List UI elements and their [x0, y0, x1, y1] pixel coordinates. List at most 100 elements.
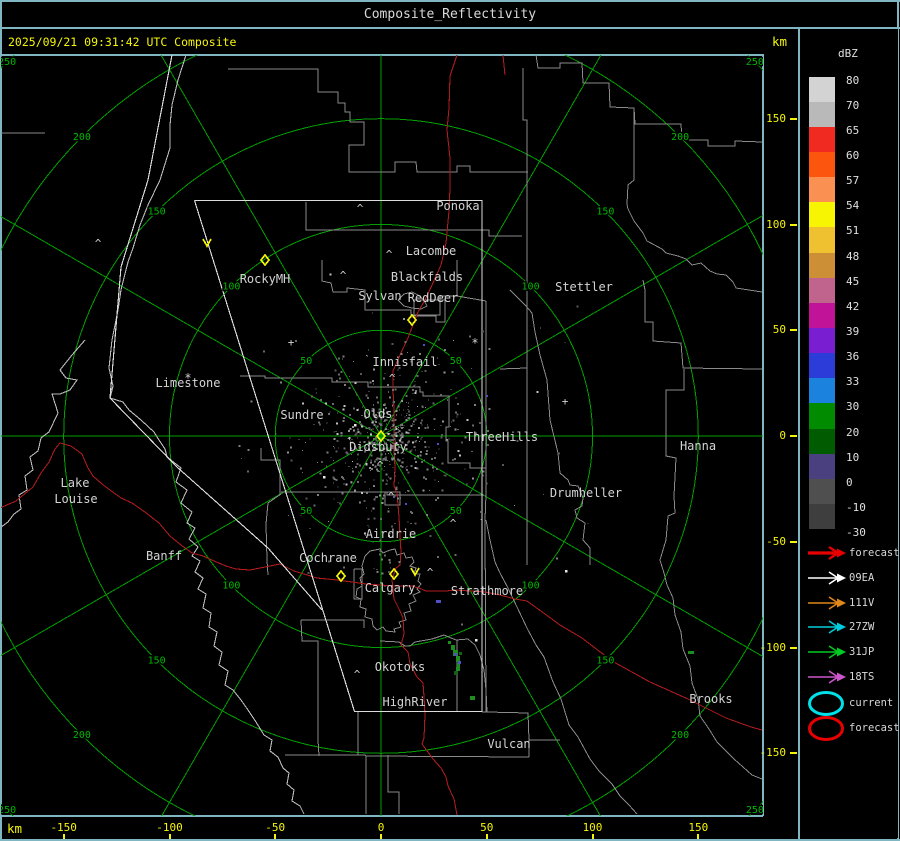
place-label-threehills: ThreeHills: [466, 430, 538, 444]
svg-text:150: 150: [148, 207, 166, 218]
place-label-lacombe: Lacombe: [406, 244, 457, 258]
place-label-rockymh: RockyMH: [240, 272, 291, 286]
place-label-highriver: HighRiver: [382, 695, 447, 709]
place-label-cochrane: Cochrane: [299, 551, 357, 565]
legend-label: forecast: [849, 722, 900, 734]
colorbar-swatch: [809, 303, 835, 328]
place-label-innisfail: Innisfail: [372, 355, 437, 369]
legend-arrow-icon: [806, 594, 848, 612]
colorbar-swatch: [809, 202, 835, 227]
radar-map-canvas[interactable]: 5050505010010010010015015015015020020020…: [0, 0, 900, 841]
colorbar-swatch: [809, 429, 835, 454]
colorbar-swatch: [809, 253, 835, 278]
colorbar-label: 45: [846, 275, 859, 288]
legend-label: current: [849, 697, 893, 709]
colorbar-label: 57: [846, 174, 859, 187]
svg-text:^: ^: [377, 459, 384, 472]
colorbar-label: 70: [846, 99, 859, 112]
svg-text:^: ^: [340, 269, 347, 282]
colorbar-label: 60: [846, 149, 859, 162]
place-label-didsbury: Didsbury: [349, 440, 407, 454]
colorbar-label: 10: [846, 451, 859, 464]
colorbar-swatch: [809, 353, 835, 378]
colorbar-swatch: [809, 378, 835, 403]
place-labels: PonokaLacombeBlackfaldsSylvanRedDeerInni…: [54, 199, 732, 751]
svg-text:50: 50: [450, 356, 462, 367]
colorbar-swatch: [809, 278, 835, 303]
svg-text:100: 100: [222, 281, 240, 292]
legend-label: 31JP: [849, 646, 874, 658]
place-label-lake: Lake: [61, 476, 90, 490]
colorbar-swatch: [809, 102, 835, 127]
colorbar-swatch: [809, 454, 835, 479]
legend-item-27ZW: 27ZW: [800, 616, 898, 641]
svg-text:^: ^: [357, 202, 364, 215]
place-label-banff: Banff: [146, 549, 182, 563]
colorbar-swatch: [809, 504, 835, 529]
legend-arrow-icon: [806, 618, 848, 636]
colorbar-label: 0: [846, 476, 853, 489]
svg-text:50: 50: [300, 356, 312, 367]
colorbar-swatch: [809, 227, 835, 252]
place-label-reddeer: RedDeer: [408, 291, 459, 305]
svg-text:^: ^: [450, 517, 457, 530]
svg-text:+: +: [562, 395, 569, 408]
place-label-hanna: Hanna: [680, 439, 716, 453]
legend-item-09EA: 09EA: [800, 567, 898, 592]
legend-label: forecast: [849, 547, 900, 559]
colorbar-label: 20: [846, 426, 859, 439]
legend-item-111V: 111V: [800, 592, 898, 617]
colorbar-label: -30: [846, 526, 866, 539]
provincial-border: [0, 55, 304, 814]
svg-text:150: 150: [148, 655, 166, 666]
legend-label: 111V: [849, 597, 874, 609]
colorbar-swatch: [809, 152, 835, 177]
legend-label: 09EA: [849, 572, 874, 584]
svg-text:*: *: [471, 336, 478, 350]
place-label-drumheller: Drumheller: [550, 486, 622, 500]
svg-text:200: 200: [671, 132, 689, 143]
legend-arrow-icon: [806, 544, 848, 562]
legend-item-forecast: forecast: [800, 716, 898, 741]
colorbar-label: 33: [846, 375, 859, 388]
legend-item-current: current: [800, 691, 898, 716]
legend-item-18TS: 18TS: [800, 666, 898, 691]
colorbar-label: 39: [846, 325, 859, 338]
place-label-sundre: Sundre: [280, 408, 323, 422]
radar-app-window: Composite_Reflectivity 2025/09/21 09:31:…: [0, 0, 900, 841]
svg-text:250: 250: [0, 805, 16, 816]
place-label-okotoks: Okotoks: [375, 660, 426, 674]
place-label-airdrie: Airdrie: [366, 527, 417, 541]
colorbar-label: 65: [846, 124, 859, 137]
legend-arrow-icon: [806, 569, 848, 587]
legend-label: 27ZW: [849, 621, 874, 633]
colorbar-swatch: [809, 403, 835, 428]
place-label-louise: Louise: [54, 492, 97, 506]
svg-text:^: ^: [386, 248, 393, 261]
legend-ellipse-icon: [806, 716, 848, 741]
colorbar-swatch: [809, 177, 835, 202]
place-label-blackfalds: Blackfalds: [391, 270, 463, 284]
colorbar-label: -10: [846, 501, 866, 514]
colorbar-label: 36: [846, 350, 859, 363]
colorbar-label: 48: [846, 250, 859, 263]
svg-text:50: 50: [450, 506, 462, 517]
echo-cells: [393, 344, 694, 700]
svg-text:200: 200: [73, 132, 91, 143]
colorbar-unit-label: dBZ: [838, 47, 858, 60]
sidebar: dBZ 807065605754514845423936333020100-10…: [800, 29, 898, 838]
colorbar-label: 54: [846, 199, 859, 212]
legend-ellipse-icon: [806, 691, 848, 716]
svg-text:+: +: [288, 336, 295, 349]
legend-arrow-icon: [806, 668, 848, 686]
place-label-ponoka: Ponoka: [436, 199, 479, 213]
legend-item-31JP: 31JP: [800, 641, 898, 666]
colorbar-swatch: [809, 77, 835, 102]
place-label-brooks: Brooks: [689, 692, 732, 706]
svg-text:^: ^: [354, 668, 361, 681]
svg-text:250: 250: [0, 57, 16, 68]
svg-text:250: 250: [746, 805, 764, 816]
legend-item-forecast: forecast: [800, 542, 898, 567]
place-label-strathmore: Strathmore: [451, 584, 523, 598]
place-label-calgary: Calgary: [365, 581, 416, 595]
